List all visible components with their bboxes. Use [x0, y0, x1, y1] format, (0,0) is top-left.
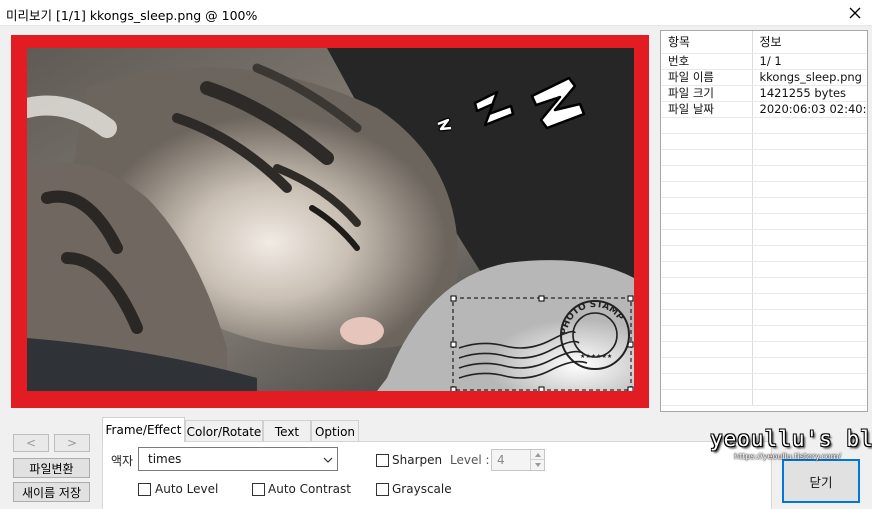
- info-key: 파일 이름: [661, 69, 753, 86]
- info-empty-row: [661, 389, 867, 406]
- tab-color-rotate[interactable]: Color/Rotate: [185, 420, 263, 442]
- title-bar: 미리보기 [1/1] kkongs_sleep.png @ 100%: [0, 0, 872, 26]
- info-row: 파일 날짜 2020:06:03 02:40:53: [661, 101, 867, 118]
- info-empty-row: [661, 261, 867, 278]
- convert-label: 파일변환: [29, 461, 74, 476]
- info-row: 파일 크기 1421255 bytes: [661, 85, 867, 102]
- info-value: 1421255 bytes: [752, 85, 867, 102]
- auto-level-label: Auto Level: [155, 482, 219, 496]
- info-key: 파일 날짜: [661, 101, 753, 118]
- info-table: 항목 정보 번호 1/ 1 파일 이름 kkongs_sleep.png 파일 …: [661, 31, 867, 406]
- close-icon[interactable]: [838, 0, 872, 26]
- info-header-row: 항목 정보: [661, 31, 867, 54]
- tab-option[interactable]: Option: [311, 420, 359, 442]
- tab-label: Option: [314, 424, 356, 439]
- spin-down-icon[interactable]: [530, 460, 544, 470]
- level-value: 4: [497, 453, 505, 467]
- info-empty-row: [661, 373, 867, 390]
- tab-text[interactable]: Text: [263, 420, 311, 442]
- prev-label: <: [25, 436, 37, 450]
- convert-button[interactable]: 파일변환: [13, 458, 90, 478]
- close-button[interactable]: 닫기: [782, 459, 860, 503]
- frame-select-value: times: [148, 452, 182, 466]
- auto-contrast-checkbox[interactable]: [252, 483, 265, 496]
- info-empty-row: [661, 325, 867, 342]
- stamp-stars: ★★★★★★: [580, 353, 612, 360]
- grayscale-checkbox[interactable]: [376, 483, 389, 496]
- info-key: 파일 크기: [661, 85, 753, 102]
- info-empty-row: [661, 245, 867, 262]
- info-empty-row: [661, 213, 867, 230]
- preview-frame: PHOTO STAMP ★★★★★★: [11, 35, 649, 408]
- info-value: 1/ 1: [752, 53, 867, 70]
- sharpen-label: Sharpen: [392, 453, 443, 467]
- auto-contrast-label: Auto Contrast: [268, 482, 351, 496]
- info-empty-row: [661, 341, 867, 358]
- info-value: 2020:06:03 02:40:53: [752, 101, 867, 118]
- chevron-down-icon: [323, 454, 333, 468]
- grayscale-label: Grayscale: [392, 482, 452, 496]
- info-row: 번호 1/ 1: [661, 53, 867, 70]
- level-label: Level :: [450, 453, 490, 467]
- next-label: >: [66, 436, 78, 450]
- info-empty-row: [661, 181, 867, 198]
- frame-label: 액자: [111, 454, 134, 468]
- prev-button[interactable]: <: [13, 434, 49, 452]
- info-key: 번호: [661, 53, 753, 70]
- level-spinner[interactable]: 4: [491, 449, 545, 471]
- frame-select[interactable]: times: [138, 447, 338, 471]
- info-empty-row: [661, 309, 867, 326]
- info-empty-row: [661, 293, 867, 310]
- info-row: 파일 이름 kkongs_sleep.png: [661, 69, 867, 86]
- watermark-url: https://yeoullu.tistory.com/: [734, 452, 842, 461]
- tab-label: Color/Rotate: [186, 424, 262, 439]
- info-header-value: 정보: [752, 31, 867, 54]
- preview-image: PHOTO STAMP ★★★★★★: [27, 48, 634, 391]
- save-as-label: 새이름 저장: [21, 485, 81, 500]
- close-button-label: 닫기: [809, 474, 833, 490]
- info-empty-row: [661, 277, 867, 294]
- auto-level-checkbox[interactable]: [138, 483, 151, 496]
- info-empty-row: [661, 149, 867, 166]
- sharpen-checkbox[interactable]: [376, 454, 389, 467]
- info-empty-row: [661, 357, 867, 374]
- info-empty-row: [661, 117, 867, 134]
- tab-frame-effect[interactable]: Frame/Effect: [102, 417, 185, 442]
- info-empty-row: [661, 229, 867, 246]
- info-empty-row: [661, 165, 867, 182]
- next-button[interactable]: >: [54, 434, 90, 452]
- tab-label: Frame/Effect: [105, 423, 182, 437]
- watermark-title: yeoullu's blog: [710, 427, 872, 451]
- info-panel: 항목 정보 번호 1/ 1 파일 이름 kkongs_sleep.png 파일 …: [660, 30, 868, 412]
- info-value: kkongs_sleep.png: [752, 69, 867, 86]
- tab-label: Text: [274, 424, 300, 439]
- spin-up-icon[interactable]: [530, 450, 544, 460]
- info-header-item: 항목: [661, 31, 753, 54]
- window-title: 미리보기 [1/1] kkongs_sleep.png @ 100%: [6, 8, 258, 23]
- save-as-button[interactable]: 새이름 저장: [13, 482, 90, 502]
- info-empty-row: [661, 133, 867, 150]
- info-empty-row: [661, 197, 867, 214]
